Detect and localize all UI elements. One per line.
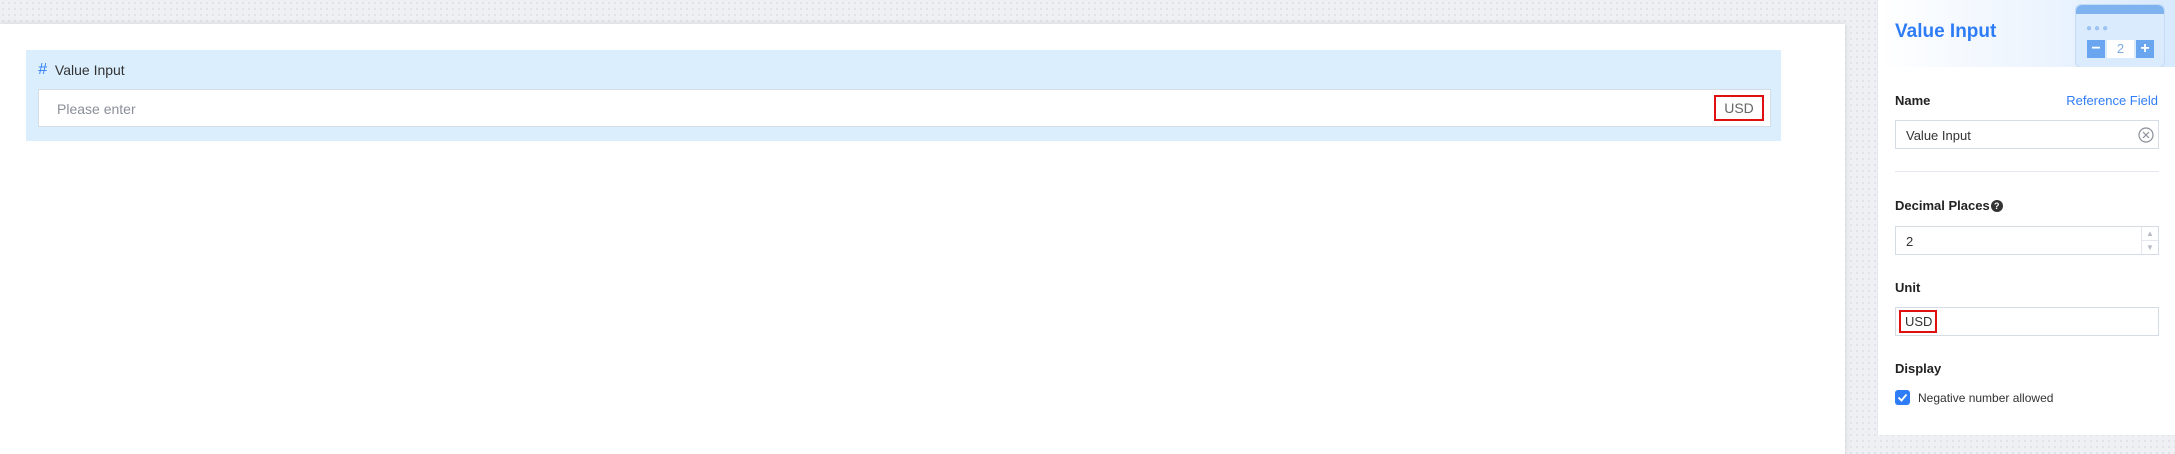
unit-label: Unit — [1895, 280, 1921, 295]
section-divider — [1895, 171, 2159, 172]
name-label: Name — [1895, 93, 1931, 108]
help-icon[interactable]: ? — [1990, 200, 2003, 212]
input-placeholder: Please enter — [57, 101, 136, 117]
form-canvas: # Value Input Please enter USD — [0, 24, 1845, 454]
decimal-places-input[interactable]: 2 ▲ ▼ — [1895, 226, 2159, 255]
plus-icon: + — [2136, 40, 2154, 58]
illustration-topbar — [2076, 5, 2164, 14]
display-label: Display — [1895, 361, 1942, 376]
panel-header: Value Input ●●● − 2 + — [1878, 0, 2175, 67]
name-input[interactable]: Value Input — [1895, 120, 2159, 149]
negative-allowed-checkbox[interactable] — [1895, 390, 1910, 405]
value-input-field-block[interactable]: # Value Input Please enter USD — [26, 50, 1781, 141]
clear-icon[interactable] — [2138, 127, 2154, 143]
reference-field-link[interactable]: Reference Field — [2066, 93, 2158, 108]
number-stepper-illustration: ●●● − 2 + — [2075, 4, 2165, 67]
minus-icon: − — [2087, 40, 2105, 58]
dots-icon: ●●● — [2086, 23, 2111, 34]
chevron-down-icon[interactable]: ▼ — [2142, 241, 2158, 254]
field-title-label: Value Input — [54, 62, 125, 78]
properties-panel: Value Input ●●● − 2 + Name Reference Fie… — [1877, 0, 2175, 435]
chevron-up-icon[interactable]: ▲ — [2142, 227, 2158, 241]
name-input-value: Value Input — [1906, 128, 1971, 143]
decimal-places-label: Decimal Places? — [1895, 198, 2003, 213]
unit-input[interactable]: USD — [1895, 307, 2159, 336]
decimal-places-text: Decimal Places — [1895, 198, 1990, 213]
illustration-number: 2 — [2107, 40, 2134, 58]
check-icon — [1897, 393, 1908, 402]
decimal-places-value: 2 — [1906, 234, 1914, 249]
field-title: # Value Input — [38, 61, 125, 79]
unit-input-value: USD — [1899, 310, 1937, 333]
decimal-stepper[interactable]: ▲ ▼ — [2141, 227, 2158, 254]
panel-title: Value Input — [1895, 21, 1997, 42]
value-input[interactable]: Please enter USD — [38, 89, 1771, 127]
negative-allowed-label: Negative number allowed — [1918, 391, 2054, 405]
hash-icon: # — [38, 61, 47, 78]
unit-suffix: USD — [1714, 95, 1764, 121]
